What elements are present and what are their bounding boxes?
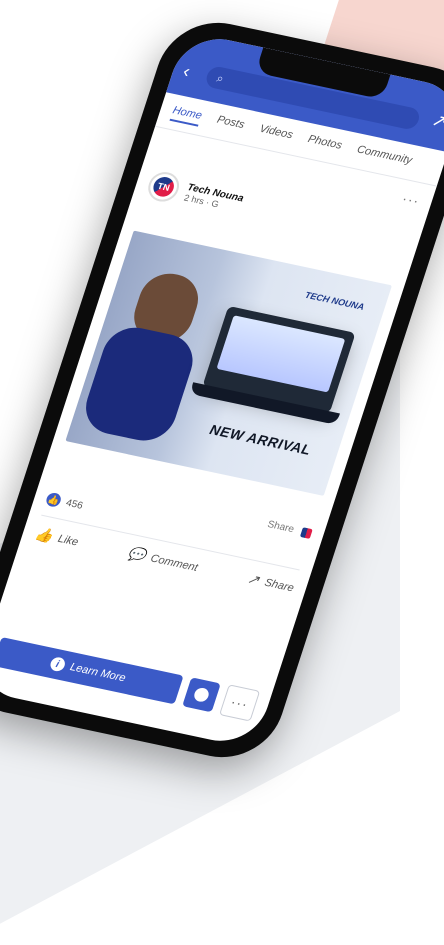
info-icon: i bbox=[48, 656, 67, 673]
tab-videos[interactable]: Videos bbox=[256, 123, 294, 146]
player-body bbox=[78, 322, 201, 447]
banner-text-label: NEW ARRIVAL bbox=[206, 421, 316, 458]
cta-bar: i Learn More ··· bbox=[0, 636, 261, 722]
learn-more-button[interactable]: i Learn More bbox=[0, 637, 184, 705]
post-image[interactable]: TECH NOUNA NEW ARRIVAL bbox=[65, 230, 392, 496]
avatar[interactable]: TN bbox=[144, 169, 183, 205]
like-icon: 👍 bbox=[44, 491, 63, 508]
phone-frame: ‹ ⌕ ↗ Home Posts Videos Photos Community… bbox=[0, 12, 444, 768]
share-icon[interactable]: ↗ bbox=[429, 110, 444, 133]
tn-logo-icon: TN bbox=[150, 175, 177, 199]
share-icon: ↗ bbox=[245, 570, 262, 588]
share-label: Share bbox=[265, 519, 296, 536]
messenger-icon bbox=[192, 686, 211, 703]
comment-label: Comment bbox=[149, 552, 200, 574]
message-button[interactable] bbox=[182, 677, 221, 713]
tab-home[interactable]: Home bbox=[169, 104, 204, 127]
comment-button[interactable]: 💬 Comment bbox=[125, 545, 200, 576]
banner-text: NEW ARRIVAL bbox=[206, 421, 316, 458]
reactions-count: 456 bbox=[64, 497, 85, 512]
post-meta: Tech Nouna 2 hrs · G bbox=[183, 182, 245, 214]
back-icon[interactable]: ‹ bbox=[181, 61, 193, 81]
player-image bbox=[78, 265, 219, 447]
tab-posts[interactable]: Posts bbox=[214, 114, 246, 136]
tab-community[interactable]: Community bbox=[354, 144, 413, 172]
page-flag-icon bbox=[300, 526, 313, 539]
share-button[interactable]: ↗ Share bbox=[245, 570, 296, 596]
share-label: Share bbox=[263, 576, 296, 594]
comment-icon: 💬 bbox=[125, 544, 148, 564]
like-button[interactable]: 👍 Like bbox=[33, 525, 81, 550]
phone-mockup: ‹ ⌕ ↗ Home Posts Videos Photos Community… bbox=[0, 0, 444, 788]
tab-photos[interactable]: Photos bbox=[305, 133, 343, 156]
search-icon: ⌕ bbox=[214, 70, 226, 86]
learn-more-label: Learn More bbox=[68, 661, 128, 685]
more-button[interactable]: ··· bbox=[219, 684, 261, 722]
post: ··· TN Tech Nouna 2 hrs · G TECH NOUNA N… bbox=[21, 127, 437, 599]
laptop-illustration bbox=[189, 305, 356, 425]
brand-tag: TECH NOUNA bbox=[303, 289, 366, 312]
like-label: Like bbox=[56, 532, 80, 549]
laptop-screen bbox=[216, 315, 346, 393]
thumbs-up-icon: 👍 bbox=[33, 525, 56, 545]
phone-screen: ‹ ⌕ ↗ Home Posts Videos Photos Community… bbox=[0, 31, 444, 749]
